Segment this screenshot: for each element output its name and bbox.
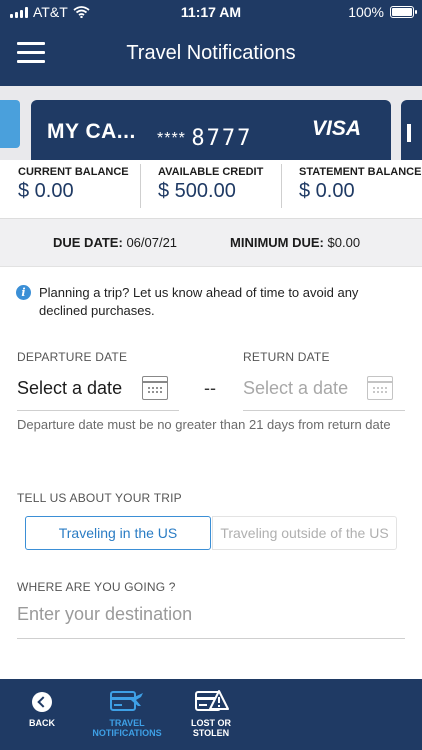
destination-label: WHERE ARE YOU GOING ? bbox=[17, 580, 176, 594]
nav-travel-notifications[interactable]: TRAVEL NOTIFICATIONS bbox=[88, 679, 166, 750]
date-hint: Departure date must be no greater than 2… bbox=[17, 417, 391, 432]
status-bar: AT&T 11:17 AM 100% bbox=[0, 0, 422, 24]
departure-date-field[interactable]: Select a date bbox=[17, 372, 179, 411]
card-carousel[interactable]: MY CA... **** 8777 VISA bbox=[0, 86, 422, 160]
return-date-label: RETURN DATE bbox=[243, 350, 330, 364]
calendar-icon[interactable] bbox=[142, 376, 168, 400]
card-name: MY CA... bbox=[47, 120, 136, 143]
destination-field[interactable] bbox=[17, 600, 405, 639]
minimum-due: MINIMUM DUE: $0.00 bbox=[230, 235, 361, 250]
due-date: DUE DATE: 06/07/21 bbox=[53, 235, 178, 250]
visa-logo-icon: VISA bbox=[311, 117, 361, 140]
divider bbox=[281, 164, 282, 208]
traveling-in-us-option[interactable]: Traveling in the US bbox=[25, 516, 211, 550]
balance-summary: CURRENT BALANCE $ 0.00 AVAILABLE CREDIT … bbox=[0, 160, 422, 219]
nav-back[interactable]: BACK bbox=[12, 679, 72, 750]
lost-card-warning-icon bbox=[195, 690, 229, 711]
destination-input[interactable] bbox=[17, 604, 397, 625]
app-header: AT&T 11:17 AM 100% Travel Notifications bbox=[0, 0, 422, 86]
nav-lost-or-stolen[interactable]: LOST OR STOLEN bbox=[180, 679, 242, 750]
calendar-icon[interactable] bbox=[367, 376, 393, 400]
traveling-outside-us-option[interactable]: Traveling outside of the US bbox=[212, 516, 397, 550]
hamburger-menu-button[interactable] bbox=[17, 42, 47, 64]
info-icon: i bbox=[16, 285, 31, 300]
battery-icon bbox=[390, 6, 417, 18]
selected-card[interactable]: MY CA... **** 8777 VISA bbox=[31, 100, 391, 160]
travel-card-icon bbox=[110, 691, 143, 711]
departure-date-label: DEPARTURE DATE bbox=[17, 350, 128, 364]
trip-type-label: TELL US ABOUT YOUR TRIP bbox=[17, 491, 182, 505]
date-separator: -- bbox=[204, 378, 216, 398]
return-date-field[interactable]: Select a date bbox=[243, 372, 405, 411]
battery-percent: 100% bbox=[348, 4, 384, 20]
divider bbox=[140, 164, 141, 208]
info-message: i Planning a trip? Let us know ahead of … bbox=[16, 284, 396, 320]
back-icon bbox=[32, 692, 52, 712]
previous-card[interactable] bbox=[0, 100, 20, 148]
page-title: Travel Notifications bbox=[126, 42, 296, 64]
bottom-nav: BACK TRAVEL NOTIFICATIONS LOST OR STOLEN bbox=[0, 679, 422, 750]
next-card[interactable] bbox=[401, 100, 422, 160]
card-number: **** 8777 bbox=[157, 126, 253, 151]
due-info-bar: DUE DATE: 06/07/21 MINIMUM DUE: $0.00 bbox=[0, 219, 422, 267]
